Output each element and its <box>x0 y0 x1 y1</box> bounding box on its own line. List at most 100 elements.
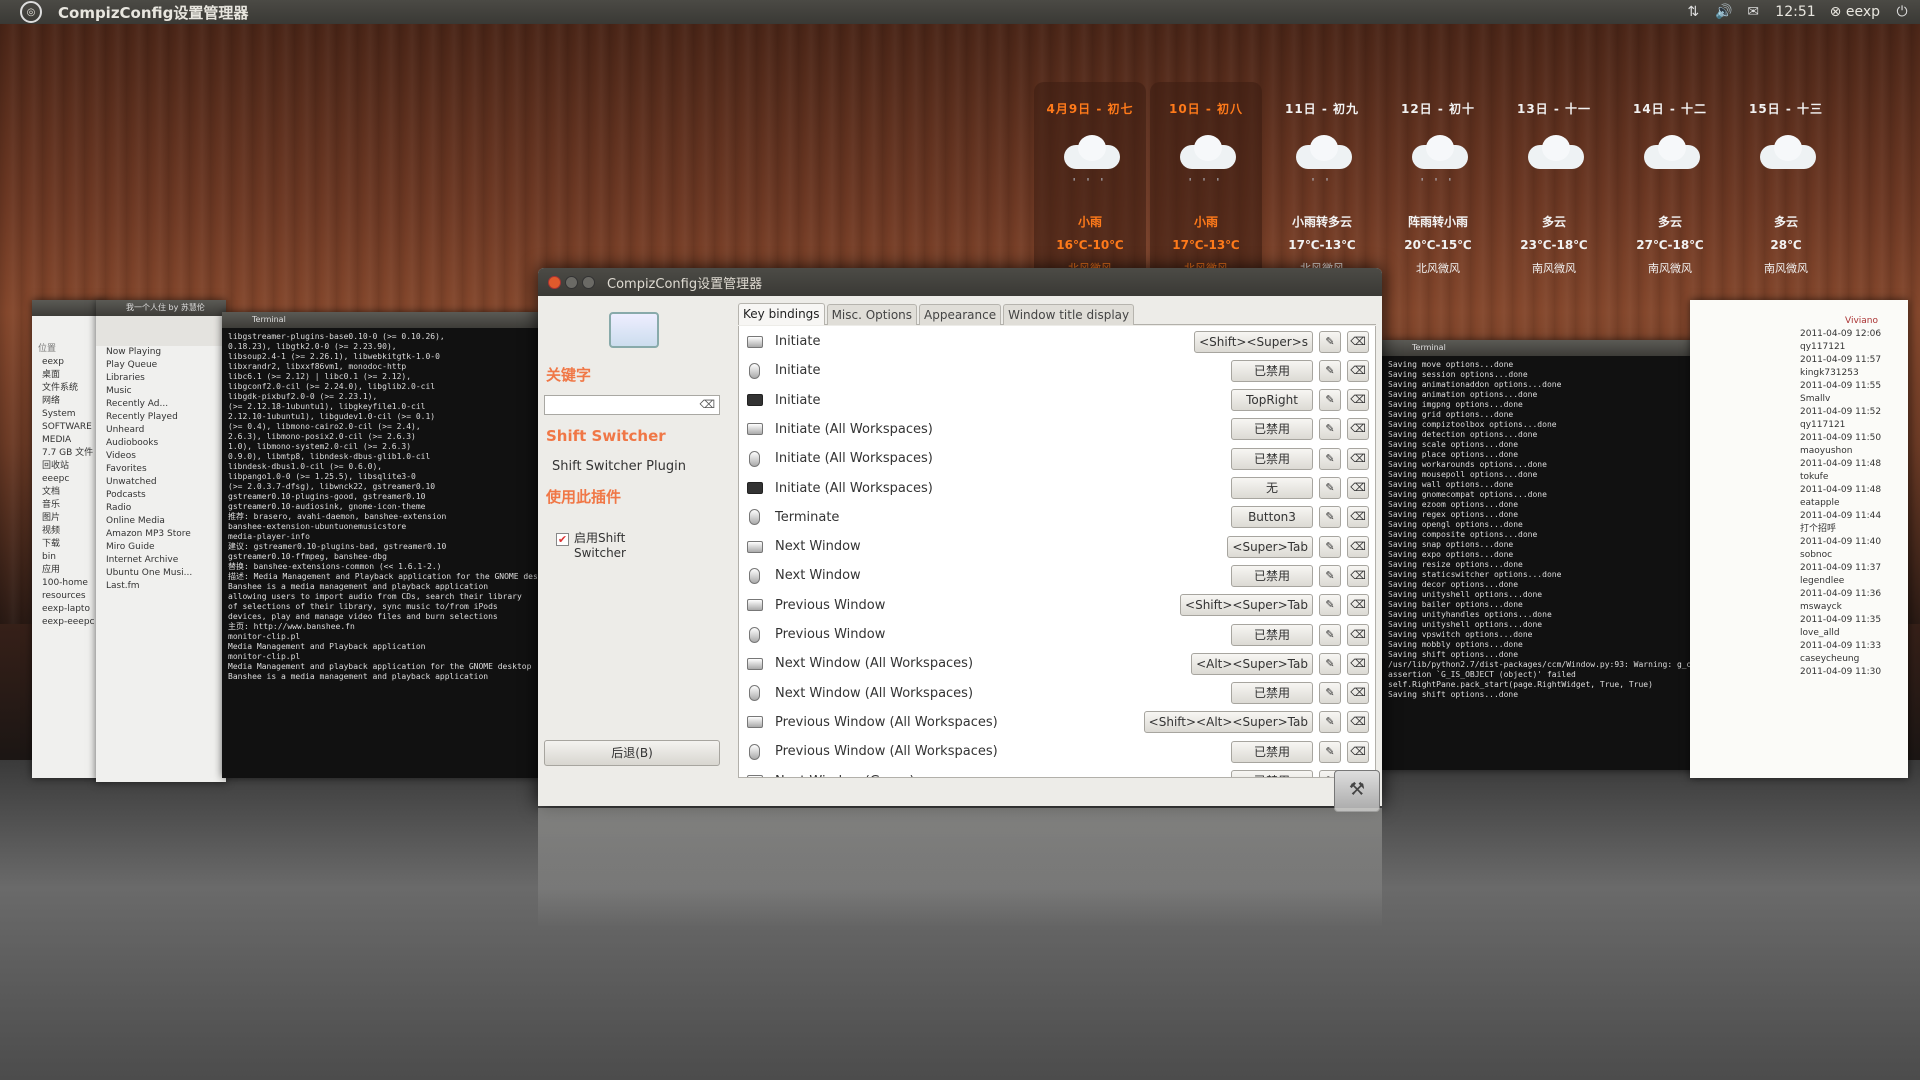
keybinding-value-button[interactable]: <Super>Tab <box>1227 535 1313 558</box>
reset-icon[interactable]: ⌫ <box>1347 535 1369 558</box>
clear-icon[interactable]: ⌫ <box>699 398 715 411</box>
forum-table-window[interactable]: Viviano 2011-04-09 12:06 qy117121 2011-04-… <box>1690 300 1908 778</box>
list-item[interactable]: 2011-04-09 11:35 <box>1790 614 1908 627</box>
list-item[interactable]: Play Queue <box>96 359 226 372</box>
reset-icon[interactable]: ⌫ <box>1347 506 1369 529</box>
list-item[interactable]: 文档 <box>32 486 104 499</box>
settings-wrench-icon[interactable]: ⚒ <box>1334 770 1380 812</box>
list-item[interactable]: 2011-04-09 11:48 <box>1790 458 1908 471</box>
list-item[interactable]: 桌面 <box>32 369 104 382</box>
list-item[interactable]: 音乐 <box>32 499 104 512</box>
edit-icon[interactable]: ✎ <box>1319 623 1341 646</box>
list-item[interactable]: Internet Archive <box>96 554 226 567</box>
tab-misc-options[interactable]: Misc. Options <box>826 304 918 325</box>
edit-icon[interactable]: ✎ <box>1319 564 1341 587</box>
list-item[interactable]: resources <box>32 590 104 603</box>
edit-icon[interactable]: ✎ <box>1319 711 1341 734</box>
list-item[interactable]: MEDIA <box>32 434 104 447</box>
list-item[interactable]: Unwatched <box>96 476 226 489</box>
reset-icon[interactable]: ⌫ <box>1347 389 1369 412</box>
edit-icon[interactable]: ✎ <box>1319 418 1341 441</box>
list-item[interactable]: 2011-04-09 11:40 <box>1790 536 1908 549</box>
keybinding-value-button[interactable]: 已禁用 <box>1231 418 1313 441</box>
search-input[interactable]: ⌫ <box>544 395 720 415</box>
reset-icon[interactable]: ⌫ <box>1347 359 1369 382</box>
list-item[interactable]: eeepc <box>32 473 104 486</box>
ubuntu-logo-icon[interactable]: ◎ <box>20 1 42 23</box>
keybinding-row[interactable]: Initiate (All Workspaces) 已禁用 ✎ ⌫ <box>739 444 1375 473</box>
mail-icon[interactable]: ✉ <box>1745 4 1761 20</box>
keybinding-value-button[interactable]: <Shift><Alt><Super>Tab <box>1143 711 1313 734</box>
reset-icon[interactable]: ⌫ <box>1347 330 1369 353</box>
edit-icon[interactable]: ✎ <box>1319 506 1341 529</box>
list-item[interactable]: 视频 <box>32 525 104 538</box>
keybinding-row[interactable]: Next Window (Group)已禁用✎⌫ <box>739 767 1375 777</box>
minimize-button[interactable] <box>565 275 578 289</box>
keybinding-row[interactable]: Initiate <Shift><Super>s ✎ ⌫ <box>739 327 1375 356</box>
reset-icon[interactable]: ⌫ <box>1347 477 1369 499</box>
user-menu[interactable]: ⊗ eexp <box>1830 4 1880 20</box>
tab-key-bindings[interactable]: Key bindings <box>738 303 825 325</box>
list-item[interactable]: 网络 <box>32 395 104 408</box>
keybinding-row[interactable]: Initiate TopRight ✎ ⌫ <box>739 386 1375 415</box>
terminal-window-left[interactable]: Terminal libgstreamer-plugins-base0.10-0… <box>222 312 540 778</box>
keybinding-value-button[interactable]: <Alt><Super>Tab <box>1191 652 1313 675</box>
list-item[interactable]: Unheard <box>96 424 226 437</box>
list-item[interactable]: Online Media <box>96 515 226 528</box>
list-item[interactable]: Podcasts <box>96 489 226 502</box>
list-item[interactable]: Now Playing <box>96 346 226 359</box>
keybinding-value-button[interactable]: 已禁用 <box>1231 359 1313 382</box>
keybinding-row[interactable]: Next Window <Super>Tab ✎ ⌫ <box>739 532 1375 561</box>
keybinding-value-button[interactable]: 已禁用 <box>1231 682 1313 705</box>
terminal-window-right[interactable]: Terminal Saving move options...done Savin… <box>1382 340 1700 770</box>
keybinding-row[interactable]: Previous Window 已禁用 ✎ ⌫ <box>739 620 1375 649</box>
list-item[interactable]: Recently Played <box>96 411 226 424</box>
list-item[interactable]: tokufe <box>1790 471 1908 484</box>
file-manager-window[interactable]: 位置 eexp 桌面 文件系统 网络 System SOFTWARE MEDIA 7.7 GB… <box>32 300 104 778</box>
list-item[interactable]: Music <box>96 385 226 398</box>
list-item[interactable]: SOFTWARE <box>32 421 104 434</box>
reset-icon[interactable]: ⌫ <box>1347 418 1369 441</box>
keybinding-row[interactable]: Initiate (All Workspaces) 已禁用 ✎ ⌫ <box>739 415 1375 444</box>
reset-icon[interactable]: ⌫ <box>1347 447 1369 470</box>
edit-icon[interactable]: ✎ <box>1319 594 1341 617</box>
tab-window-title-display[interactable]: Window title display <box>1003 304 1135 325</box>
keybinding-value-button[interactable]: 已禁用 <box>1231 770 1313 777</box>
list-item[interactable]: eatapple <box>1790 497 1908 510</box>
list-item[interactable]: kingk731253 <box>1790 367 1908 380</box>
keybinding-row[interactable]: Next Window (All Workspaces) 已禁用 ✎ ⌫ <box>739 679 1375 708</box>
list-item[interactable]: Smallv <box>1790 393 1908 406</box>
list-item[interactable]: qy117121 <box>1790 419 1908 432</box>
keybinding-row[interactable]: Initiate (All Workspaces) 无 ✎ ⌫ <box>739 474 1375 503</box>
keybinding-row[interactable]: Next Window 已禁用 ✎ ⌫ <box>739 561 1375 590</box>
maximize-button[interactable] <box>582 275 595 289</box>
keybinding-row[interactable]: Initiate 已禁用 ✎ ⌫ <box>739 356 1375 385</box>
keybinding-value-button[interactable]: 已禁用 <box>1231 623 1313 646</box>
list-item[interactable]: 打个招呼 <box>1790 523 1908 536</box>
list-item[interactable]: 2011-04-09 12:06 <box>1790 328 1908 341</box>
list-item[interactable]: Videos <box>96 450 226 463</box>
keybinding-value-button[interactable]: 已禁用 <box>1231 447 1313 470</box>
clock[interactable]: 12:51 <box>1775 4 1815 20</box>
keybinding-row[interactable]: Previous Window <Shift><Super>Tab ✎ ⌫ <box>739 591 1375 620</box>
edit-icon[interactable]: ✎ <box>1319 682 1341 705</box>
list-item[interactable]: sobnoc <box>1790 549 1908 562</box>
list-item[interactable]: Miro Guide <box>96 541 226 554</box>
list-item[interactable]: 100-home <box>32 577 104 590</box>
list-item[interactable]: eexp <box>32 356 104 369</box>
list-item[interactable]: eexp-eeepc <box>32 616 104 629</box>
close-button[interactable] <box>548 275 561 289</box>
reset-icon[interactable]: ⌫ <box>1347 652 1369 675</box>
edit-icon[interactable]: ✎ <box>1319 447 1341 470</box>
list-item[interactable]: legendlee <box>1790 575 1908 588</box>
edit-icon[interactable]: ✎ <box>1319 359 1341 382</box>
list-item[interactable]: bin <box>32 551 104 564</box>
keybinding-row[interactable]: Terminate Button3 ✎ ⌫ <box>739 503 1375 532</box>
list-item[interactable]: 图片 <box>32 512 104 525</box>
reset-icon[interactable]: ⌫ <box>1347 711 1369 734</box>
list-item[interactable]: Favorites <box>96 463 226 476</box>
list-item[interactable]: 2011-04-09 11:33 <box>1790 640 1908 653</box>
reset-icon[interactable]: ⌫ <box>1347 623 1369 646</box>
list-item[interactable]: Libraries <box>96 372 226 385</box>
keybinding-value-button[interactable]: Button3 <box>1231 506 1313 529</box>
